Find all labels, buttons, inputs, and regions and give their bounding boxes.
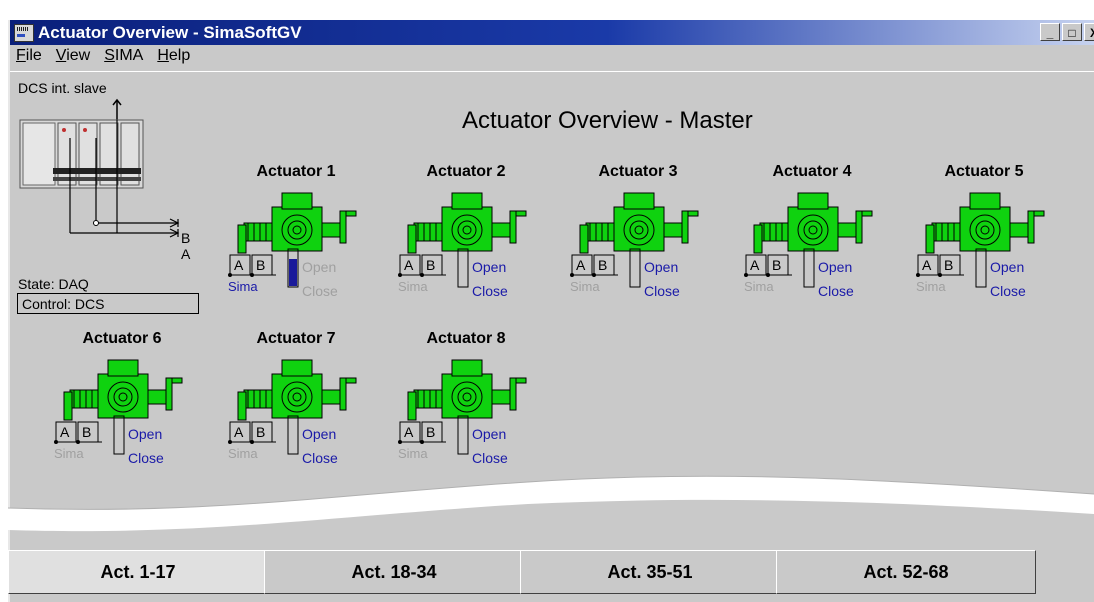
menu-file[interactable]: File <box>16 47 42 69</box>
actuator-name: Actuator 5 <box>944 163 1024 180</box>
input-b-label: B <box>256 424 266 440</box>
valve-actuator-icon <box>228 192 357 288</box>
close-status-label: Close <box>818 283 854 299</box>
dcs-bus-diagram <box>19 98 180 238</box>
actuator-1[interactable]: Actuator 1 A B Open Close Sima <box>216 163 376 299</box>
actuator-5[interactable]: Actuator 5 A B Open Close Sima <box>904 163 1064 299</box>
tab-act-35-51[interactable]: Act. 35-51 <box>520 550 780 594</box>
sima-status-label: Sima <box>228 279 258 294</box>
menu-view[interactable]: View <box>56 47 90 69</box>
bus-b-label: B <box>181 230 191 246</box>
input-a-label: A <box>60 424 70 440</box>
close-button[interactable]: X <box>1084 23 1094 41</box>
menu-sima[interactable]: SIMA <box>104 47 143 69</box>
open-status-label: Open <box>472 259 507 275</box>
actuator-name: Actuator 6 <box>82 330 162 347</box>
actuator-name: Actuator 4 <box>772 163 852 180</box>
input-b-label: B <box>256 257 266 273</box>
input-b-label: B <box>426 257 436 273</box>
input-a-label: A <box>404 257 414 273</box>
menu-divider <box>10 71 1094 72</box>
open-status-label: Open <box>128 426 163 442</box>
actuator-name: Actuator 3 <box>598 163 678 180</box>
input-b-label: B <box>944 257 954 273</box>
app-icon[interactable] <box>14 24 34 42</box>
close-status-label: Close <box>644 283 680 299</box>
actuator-4[interactable]: Actuator 4 A B Open Close Sima <box>732 163 892 299</box>
open-status-label: Open <box>990 259 1025 275</box>
valve-actuator-icon <box>398 192 527 288</box>
close-status-label: Close <box>302 283 338 299</box>
minimize-button[interactable]: _ <box>1040 23 1060 41</box>
sima-status-label: Sima <box>916 279 946 294</box>
actuator-7[interactable]: Actuator 7 A B Open Close Sima <box>216 330 376 466</box>
sima-status-label: Sima <box>744 279 774 294</box>
actuator-range-tabs: Act. 1-17 Act. 18-34 Act. 35-51 Act. 52-… <box>8 550 1036 594</box>
sima-status-label: Sima <box>228 446 258 461</box>
input-a-label: A <box>922 257 932 273</box>
input-a-label: A <box>234 257 244 273</box>
actuator-3[interactable]: Actuator 3 A B Open Close Sima <box>558 163 718 299</box>
sima-status-label: Sima <box>398 446 428 461</box>
actuator-name: Actuator 7 <box>256 330 336 347</box>
input-b-label: B <box>772 257 782 273</box>
actuator-2[interactable]: Actuator 2 A B Open Close Sima <box>386 163 546 299</box>
tab-act-18-34[interactable]: Act. 18-34 <box>264 550 524 594</box>
actuator-8[interactable]: Actuator 8 A B Open Close Sima <box>386 330 546 466</box>
bus-a-label: A <box>181 246 191 262</box>
input-b-label: B <box>82 424 92 440</box>
open-status-label: Open <box>302 426 337 442</box>
menu-bar: File View SIMA Help <box>10 47 1094 69</box>
valve-actuator-icon <box>744 192 873 288</box>
valve-actuator-icon <box>916 192 1045 288</box>
control-mode-box: Control: DCS <box>17 293 199 314</box>
window-title: Actuator Overview - SimaSoftGV <box>38 23 302 42</box>
valve-actuator-icon <box>54 359 183 455</box>
actuator-name: Actuator 1 <box>256 163 336 180</box>
close-status-label: Close <box>472 283 508 299</box>
sima-status-label: Sima <box>54 446 84 461</box>
actuator-name: Actuator 8 <box>426 330 506 347</box>
valve-actuator-icon <box>570 192 699 288</box>
dcs-slave-label: DCS int. slave <box>18 80 107 96</box>
wave-divider <box>8 475 1094 532</box>
tab-act-52-68[interactable]: Act. 52-68 <box>776 550 1036 594</box>
menu-help[interactable]: Help <box>157 47 190 69</box>
input-b-label: B <box>426 424 436 440</box>
sima-status-label: Sima <box>570 279 600 294</box>
open-status-label: Open <box>472 426 507 442</box>
input-a-label: A <box>750 257 760 273</box>
input-a-label: A <box>404 424 414 440</box>
actuator-name: Actuator 2 <box>426 163 506 180</box>
open-status-label: Open <box>302 259 337 275</box>
input-a-label: A <box>234 424 244 440</box>
close-status-label: Close <box>990 283 1026 299</box>
maximize-button[interactable]: □ <box>1062 23 1082 41</box>
input-b-label: B <box>598 257 608 273</box>
state-label: State: DAQ <box>18 276 89 292</box>
title-bar[interactable]: Actuator Overview - SimaSoftGV _ □ X <box>10 20 1094 45</box>
open-status-label: Open <box>818 259 853 275</box>
valve-actuator-icon <box>398 359 527 455</box>
page-title: Actuator Overview - Master <box>462 107 753 134</box>
open-status-label: Open <box>644 259 679 275</box>
sima-status-label: Sima <box>398 279 428 294</box>
actuator-6[interactable]: Actuator 6 A B Open Close Sima <box>42 330 202 466</box>
input-a-label: A <box>576 257 586 273</box>
valve-actuator-icon <box>228 359 357 455</box>
tab-act-1-17[interactable]: Act. 1-17 <box>8 550 268 594</box>
